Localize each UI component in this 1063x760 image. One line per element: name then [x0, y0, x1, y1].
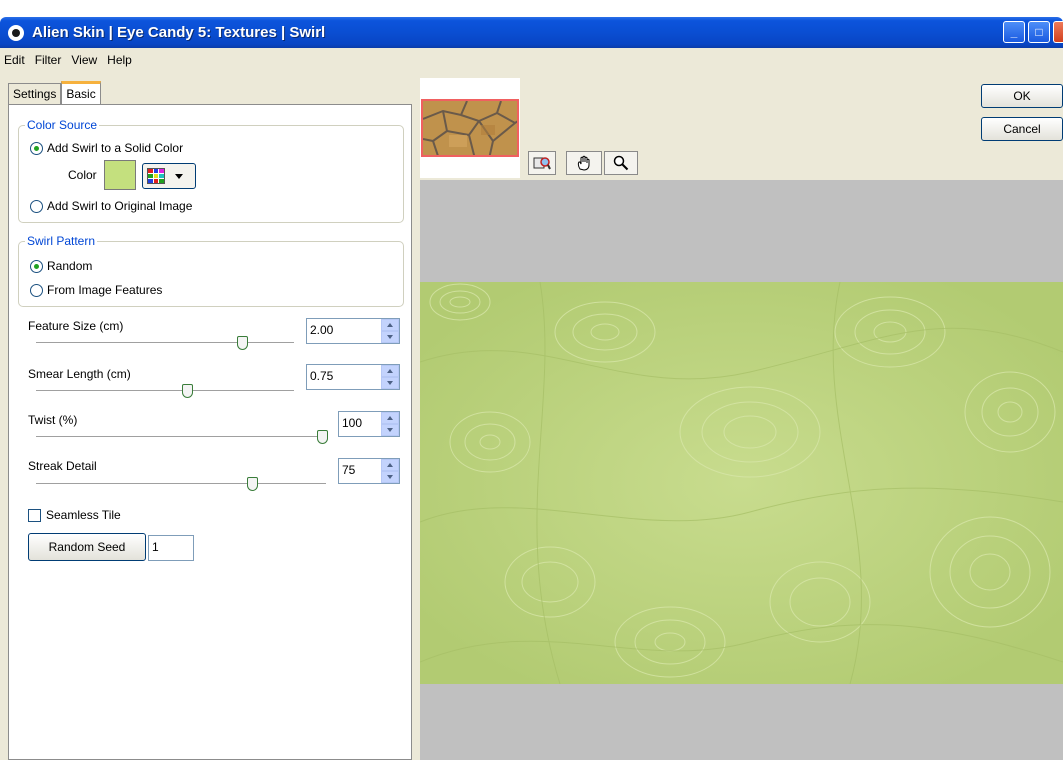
streak-detail-thumb[interactable] — [247, 477, 258, 491]
radio-random[interactable]: Random — [30, 259, 92, 273]
tab-strip: Settings Basic — [8, 80, 101, 106]
zoom-icon[interactable] — [604, 151, 638, 175]
color-grid-icon — [147, 168, 165, 184]
menu-bar: Edit Filter View Help — [0, 48, 1063, 72]
color-source-title: Color Source — [25, 118, 100, 132]
feature-size-track[interactable] — [36, 342, 294, 344]
swirl-pattern-title: Swirl Pattern — [25, 234, 98, 248]
random-seed-input[interactable]: 1 — [148, 535, 194, 561]
chevron-down-icon — [175, 173, 183, 179]
swirl-pattern-group: Swirl Pattern — [18, 234, 404, 307]
alien-skin-app-icon[interactable] — [8, 24, 24, 41]
cancel-button[interactable]: Cancel — [981, 117, 1063, 141]
window-title: Alien Skin | Eye Candy 5: Textures | Swi… — [32, 24, 326, 41]
color-label: Color — [68, 168, 97, 182]
menu-filter[interactable]: Filter — [35, 53, 62, 67]
feature-size-spinner[interactable]: 2.00 — [306, 318, 400, 344]
feature-size-label: Feature Size (cm) — [28, 319, 124, 333]
navigator-icon[interactable] — [528, 151, 556, 175]
stone-texture-image — [423, 101, 517, 155]
spin-down-icon[interactable] — [381, 471, 399, 483]
radio-button[interactable] — [30, 259, 43, 273]
streak-detail-track[interactable] — [36, 483, 326, 485]
radio-original-image-label: Add Swirl to Original Image — [47, 199, 193, 213]
feature-size-thumb[interactable] — [237, 336, 248, 350]
radio-original-image[interactable]: Add Swirl to Original Image — [30, 199, 192, 213]
spin-down-icon[interactable] — [381, 377, 399, 389]
tab-basic[interactable]: Basic — [61, 81, 101, 106]
twist-track[interactable] — [36, 436, 326, 438]
streak-detail-value[interactable]: 75 — [339, 459, 381, 483]
feature-size-value[interactable]: 2.00 — [307, 319, 381, 343]
color-swatch[interactable] — [104, 160, 136, 190]
radio-solid-color-label: Add Swirl to a Solid Color — [47, 141, 184, 155]
maximize-button[interactable]: □ — [1028, 21, 1050, 43]
menu-view[interactable]: View — [71, 53, 97, 67]
hand-icon[interactable] — [566, 151, 602, 175]
radio-solid-color[interactable]: Add Swirl to a Solid Color — [30, 141, 183, 155]
smear-length-value[interactable]: 0.75 — [307, 365, 381, 389]
title-bar: Alien Skin | Eye Candy 5: Textures | Swi… — [0, 17, 1063, 48]
source-thumbnail[interactable] — [421, 99, 519, 157]
spin-up-icon[interactable] — [381, 365, 399, 377]
seamless-tile-checkbox[interactable]: Seamless Tile — [28, 508, 121, 522]
checkbox-box[interactable] — [28, 508, 41, 522]
ok-button[interactable]: OK — [981, 84, 1063, 108]
radio-image-features-label: From Image Features — [47, 283, 163, 297]
menu-edit[interactable]: Edit — [4, 53, 25, 67]
radio-image-features[interactable]: From Image Features — [30, 283, 162, 297]
spin-down-icon[interactable] — [381, 424, 399, 436]
radio-button[interactable] — [30, 283, 43, 297]
smear-length-spinner[interactable]: 0.75 — [306, 364, 400, 390]
streak-detail-label: Streak Detail — [28, 459, 97, 473]
swirl-preview-image[interactable] — [420, 282, 1063, 684]
color-palette-dropdown[interactable] — [142, 163, 196, 189]
seamless-tile-label: Seamless Tile — [46, 508, 121, 522]
swirl-texture — [420, 282, 1063, 684]
close-button[interactable] — [1053, 21, 1063, 43]
tab-settings[interactable]: Settings — [8, 83, 62, 105]
smear-length-thumb[interactable] — [182, 384, 193, 398]
radio-random-label: Random — [47, 259, 93, 273]
minimize-button[interactable]: _ — [1003, 21, 1025, 43]
twist-label: Twist (%) — [28, 413, 78, 427]
smear-length-label: Smear Length (cm) — [28, 367, 131, 381]
radio-button[interactable] — [30, 141, 43, 155]
menu-help[interactable]: Help — [107, 53, 132, 67]
smear-length-track[interactable] — [36, 390, 294, 392]
twist-spinner[interactable]: 100 — [338, 411, 400, 437]
spin-down-icon[interactable] — [381, 331, 399, 343]
streak-detail-spinner[interactable]: 75 — [338, 458, 400, 484]
twist-value[interactable]: 100 — [339, 412, 381, 436]
spin-up-icon[interactable] — [381, 319, 399, 331]
twist-thumb[interactable] — [317, 430, 328, 444]
spin-up-icon[interactable] — [381, 412, 399, 424]
radio-button[interactable] — [30, 199, 43, 213]
random-seed-button[interactable]: Random Seed — [28, 533, 146, 561]
spin-up-icon[interactable] — [381, 459, 399, 471]
